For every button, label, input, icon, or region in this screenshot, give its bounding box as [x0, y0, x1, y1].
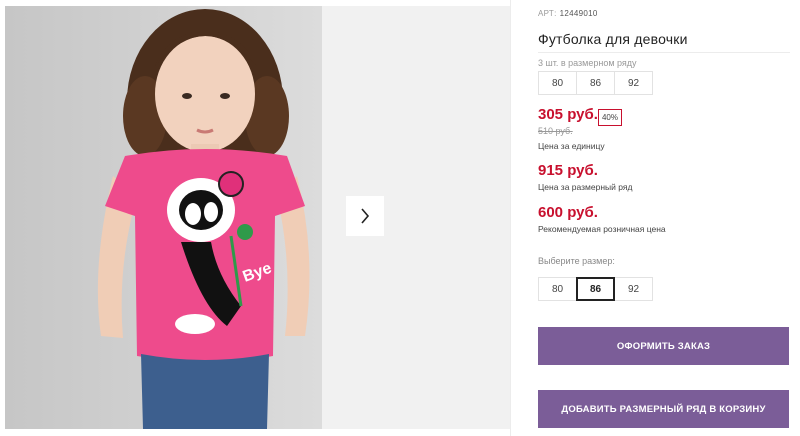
set-price: 915 руб. — [538, 162, 598, 179]
unit-price-note: Цена за единицу — [538, 141, 605, 151]
article-number: АРТ: 12449010 — [538, 9, 598, 18]
size-option-86[interactable]: 86 — [576, 277, 615, 301]
product-photo[interactable]: Bye — [5, 6, 322, 429]
size-set-caption: 3 шт. в размерном ряду — [538, 58, 637, 68]
article-value: 12449010 — [559, 9, 598, 18]
girl-in-pink-tshirt-image: Bye — [5, 6, 322, 429]
size-option-80[interactable]: 80 — [538, 277, 577, 301]
title-divider — [538, 52, 790, 53]
product-info-panel: АРТ: 12449010 Футболка для девочки 3 шт. … — [538, 0, 800, 436]
next-image-button[interactable] — [346, 196, 384, 236]
product-gallery: Bye — [0, 0, 510, 436]
add-size-set-to-cart-button[interactable]: ДОБАВИТЬ РАЗМЕРНЫЙ РЯД В КОРЗИНУ — [538, 390, 789, 428]
size-set-list: 80 86 92 — [538, 71, 653, 95]
discount-badge: 40% — [598, 109, 622, 126]
size-selector: 80 86 92 — [538, 277, 653, 301]
recommended-retail-price: 600 руб. — [538, 204, 598, 221]
chevron-right-icon — [361, 208, 370, 224]
article-label: АРТ: — [538, 9, 557, 18]
unit-price: 305 руб. — [538, 106, 598, 123]
product-title: Футболка для девочки — [538, 31, 688, 47]
size-select-caption: Выберите размер: — [538, 256, 615, 266]
place-order-button[interactable]: ОФОРМИТЬ ЗАКАЗ — [538, 327, 789, 365]
size-set-item: 86 — [576, 71, 615, 95]
old-price: 510 руб. — [538, 126, 573, 136]
rrp-note: Рекомендуемая розничная цена — [538, 224, 666, 234]
size-option-92[interactable]: 92 — [614, 277, 653, 301]
size-set-item: 92 — [614, 71, 653, 95]
size-set-item: 80 — [538, 71, 577, 95]
panel-divider — [510, 0, 511, 436]
set-price-note: Цена за размерный ряд — [538, 182, 633, 192]
